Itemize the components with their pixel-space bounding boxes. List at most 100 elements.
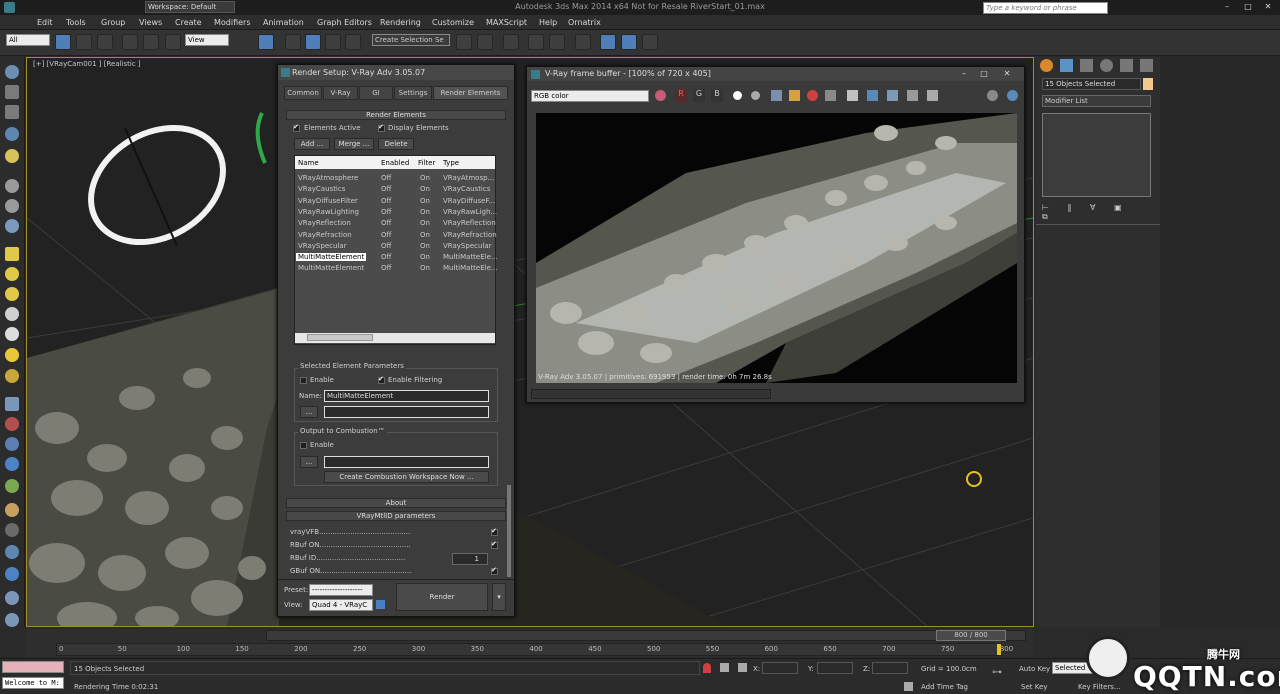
toolbar-icon-17[interactable]	[5, 417, 19, 431]
viewport-label[interactable]: [+] [VRayCam001 ] [Realistic ]	[33, 60, 141, 68]
menu-ornatrix[interactable]: Ornatrix	[568, 18, 601, 27]
key-filters-button[interactable]: Key Filters...	[1078, 683, 1121, 691]
column-enabled[interactable]: Enabled	[381, 159, 409, 167]
toolbar-icon-21[interactable]	[5, 503, 19, 517]
maximize-button[interactable]: □	[1243, 2, 1253, 12]
enable-checkbox[interactable]	[300, 377, 307, 384]
spinner-snap-icon[interactable]	[345, 34, 361, 50]
save-image-icon[interactable]	[771, 90, 782, 101]
show-corrections-icon[interactable]	[887, 90, 898, 101]
toolbar-icon-26[interactable]	[5, 613, 19, 627]
table-row[interactable]: MultiMatteElement Off On MultiMatteEle...	[295, 263, 498, 274]
toolbar-icon-16[interactable]	[5, 397, 19, 411]
time-slider-thumb[interactable]: 800 / 800	[936, 630, 1006, 641]
toolbar-icon-5[interactable]	[5, 149, 19, 163]
object-color-swatch[interactable]	[1143, 78, 1153, 90]
vfb-title[interactable]: V-Ray frame buffer - [100% of 720 x 405]	[527, 67, 1024, 81]
output-path-input[interactable]	[324, 406, 489, 418]
view-dropdown[interactable]: Quad 4 - VRayC	[309, 599, 373, 611]
toolbar-icon-11[interactable]	[5, 287, 19, 301]
snap-toggle-icon[interactable]	[285, 34, 301, 50]
pivot-center-icon[interactable]	[258, 34, 274, 50]
rendered-image[interactable]: V-Ray Adv 3.05.07 | primitives: 691953 |…	[536, 113, 1017, 383]
set-key-button[interactable]: Set Key	[1021, 683, 1047, 691]
menu-maxscript[interactable]: MAXScript	[486, 18, 527, 27]
curve-editor-icon[interactable]	[528, 34, 544, 50]
table-row[interactable]: VRayCaustics Off On VRayCaustics	[295, 184, 495, 195]
select-by-name-icon[interactable]	[76, 34, 92, 50]
modify-tab-icon[interactable]	[1060, 59, 1073, 72]
menu-views[interactable]: Views	[139, 18, 162, 27]
toolbar-icon-23[interactable]	[5, 545, 19, 559]
lock-view-icon[interactable]	[376, 600, 385, 609]
vfb-settings-icon[interactable]	[1007, 90, 1018, 101]
alpha-icon[interactable]	[733, 91, 742, 100]
create-tab-icon[interactable]	[1040, 59, 1053, 72]
toolbar-icon-1[interactable]	[5, 65, 19, 79]
toolbar-icon-6[interactable]	[5, 179, 19, 193]
mono-icon[interactable]	[751, 91, 760, 100]
toolbar-icon-13[interactable]	[5, 327, 19, 341]
green-channel-button[interactable]: G	[693, 89, 705, 102]
region-render-icon[interactable]	[825, 90, 836, 101]
toolbar-icon-15[interactable]	[5, 369, 19, 383]
add-time-tag[interactable]: Add Time Tag	[921, 683, 968, 691]
clear-image-icon[interactable]	[807, 90, 818, 101]
menu-help[interactable]: Help	[539, 18, 557, 27]
combustion-enable-checkbox[interactable]	[300, 442, 307, 449]
menu-rendering[interactable]: Rendering	[380, 18, 421, 27]
close-button[interactable]: ✕	[1263, 2, 1273, 12]
column-type[interactable]: Type	[443, 159, 459, 167]
toolbar-icon-8[interactable]	[5, 219, 19, 233]
render-setup-title[interactable]: Render Setup: V-Ray Adv 3.05.07	[278, 65, 514, 80]
menu-group[interactable]: Group	[101, 18, 125, 27]
toolbar-icon-14[interactable]	[5, 348, 19, 362]
menu-create[interactable]: Create	[175, 18, 202, 27]
menu-tools[interactable]: Tools	[66, 18, 86, 27]
align-icon[interactable]	[477, 34, 493, 50]
merge-button[interactable]: Merge ...	[334, 138, 374, 150]
menu-animation[interactable]: Animation	[263, 18, 304, 27]
track-mouse-icon[interactable]	[867, 90, 878, 101]
pixel-info-icon[interactable]	[927, 90, 938, 101]
isolate-icon[interactable]	[703, 663, 711, 673]
menu-edit[interactable]: Edit	[37, 18, 53, 27]
combustion-browse-button[interactable]: ...	[300, 456, 318, 468]
history-icon[interactable]	[987, 90, 998, 101]
table-row[interactable]: VRayRawLighting Off On VRayRawLigh...	[295, 207, 497, 218]
percent-snap-icon[interactable]	[325, 34, 341, 50]
about-rollout[interactable]: About	[286, 498, 506, 508]
move-icon[interactable]	[122, 34, 138, 50]
display-tab-icon[interactable]	[1120, 59, 1133, 72]
render-setup-icon[interactable]	[600, 34, 616, 50]
table-row[interactable]: MultiMatteElement Off On MultiMatteEle...	[295, 252, 498, 263]
add-button[interactable]: Add ...	[294, 138, 330, 150]
toolbar-icon-19[interactable]	[5, 457, 19, 471]
menu-modifiers[interactable]: Modifiers	[214, 18, 251, 27]
mirror-icon[interactable]	[456, 34, 472, 50]
time-tag-icon[interactable]	[904, 682, 913, 691]
enable-filtering-checkbox[interactable]	[378, 375, 385, 384]
minimize-button[interactable]: –	[1222, 2, 1232, 12]
tab-vray[interactable]: V-Ray	[323, 86, 358, 100]
render-elements-list[interactable]: Name Enabled Filter Type VRayAtmosphere O…	[294, 155, 498, 345]
table-row[interactable]: VRayAtmosphere Off On VRayAtmosp...	[295, 173, 495, 184]
auto-key-button[interactable]: Auto Key	[1019, 665, 1050, 673]
z-field[interactable]	[872, 662, 908, 674]
create-combustion-button[interactable]: Create Combustion Workspace Now ...	[324, 471, 489, 483]
column-name[interactable]: Name	[298, 159, 319, 167]
maxscript-input[interactable]: Welcome to M:	[2, 677, 64, 689]
render-elements-rollout[interactable]: Render Elements	[286, 110, 506, 120]
motion-tab-icon[interactable]	[1100, 59, 1113, 72]
toolbar-icon-10[interactable]	[5, 267, 19, 281]
menu-graph-editors[interactable]: Graph Editors	[317, 18, 372, 27]
table-row[interactable]: VRaySpecular Off On VRaySpecular	[295, 241, 495, 252]
toolbar-icon-12[interactable]	[5, 307, 19, 321]
lens-effects-icon[interactable]	[907, 90, 918, 101]
table-row[interactable]: VRayDiffuseFilter Off On VRayDiffuseF...	[295, 196, 495, 207]
absolute-mode-icon[interactable]	[738, 663, 747, 672]
tab-render-elements[interactable]: Render Elements	[433, 86, 508, 100]
toolbar-icon-18[interactable]	[5, 437, 19, 451]
gbuf-on-checkbox[interactable]	[491, 566, 498, 575]
toolbar-icon-20[interactable]	[5, 479, 19, 493]
